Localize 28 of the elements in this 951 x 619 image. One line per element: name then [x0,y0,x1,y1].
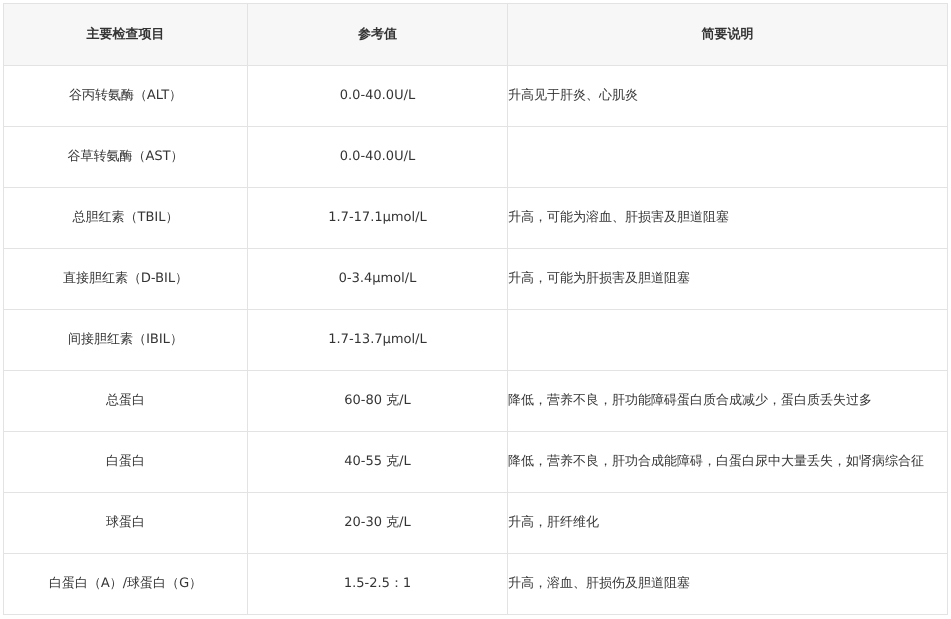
table-cell: 总蛋白 [4,370,248,432]
table-cell: 球蛋白 [4,492,248,554]
column-header: 参考值 [248,4,508,66]
table-cell: 1.7-13.7μmol/L [248,310,508,370]
table-cell: 升高，可能为溶血、肝损害及胆道阻塞 [508,188,948,248]
table-cell: 降低，营养不良，肝功合成能障碍，白蛋白尿中大量丢失，如肾病综合征 [508,432,948,492]
column-header: 简要说明 [508,4,948,66]
table-cell: 20-30 克/L [248,492,508,554]
table-cell: 谷丙转氨酶（ALT） [4,66,248,126]
table-cell: 白蛋白 [4,432,248,492]
table-cell: 升高，溶血、肝损伤及胆道阻塞 [508,554,948,614]
table-cell: 升高见于肝炎、心肌炎 [508,66,948,126]
table-cell: 间接胆红素（IBIL） [4,310,248,370]
table-cell: 总胆红素（TBIL） [4,188,248,248]
table-cell: 直接胆红素（D-BIL） [4,248,248,310]
table-cell: 升高，肝纤维化 [508,492,948,554]
column-header: 主要检查项目 [4,4,248,66]
table-cell: 60-80 克/L [248,370,508,432]
table-cell: 降低，营养不良，肝功能障碍蛋白质合成减少，蛋白质丢失过多 [508,370,948,432]
table-cell: 0.0-40.0U/L [248,66,508,126]
table-cell: 谷草转氨酶（AST） [4,126,248,188]
table-cell: 白蛋白（A）/球蛋白（G） [4,554,248,614]
table-cell: 0-3.4μmol/L [248,248,508,310]
table-cell: 升高，可能为肝损害及胆道阻塞 [508,248,948,310]
table-cell: 40-55 克/L [248,432,508,492]
table-cell: 0.0-40.0U/L [248,126,508,188]
table-cell: 1.5-2.5：1 [248,554,508,614]
table-cell: 1.7-17.1μmol/L [248,188,508,248]
